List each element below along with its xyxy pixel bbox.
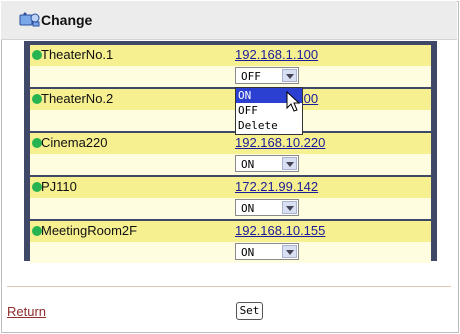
page-title: Change [41,12,93,28]
device-state-row: ON [30,242,431,263]
device-name: TheaterNo.2 [41,91,114,106]
mouse-cursor-icon [286,91,300,112]
device-state-row [30,110,431,131]
state-select[interactable]: ON [235,155,299,172]
chevron-down-icon[interactable] [282,245,297,258]
device-row: PJ110 172.21.99.142 [30,177,431,198]
chevron-down-icon[interactable] [282,201,297,214]
device-row: Cinema220 192.168.10.220 [30,133,431,154]
device-name: TheaterNo.1 [41,47,114,62]
state-select-value: ON [241,158,255,171]
device-ip-link[interactable]: 192.168.1.100 [235,47,318,62]
device-ip-link[interactable]: 192.168.10.155 [235,223,325,238]
device-ip-link[interactable]: 172.21.99.142 [235,179,318,194]
dropdown-option-delete[interactable]: Delete [236,118,302,133]
device-name: PJ110 [41,179,77,194]
state-select-value: OFF [241,70,261,83]
chevron-down-icon[interactable] [282,157,297,170]
footer-divider [7,286,451,287]
device-name: Cinema220 [41,135,108,150]
device-state-row: OFF [30,66,431,87]
device-name: MeetingRoom2F [41,223,138,238]
device-row: TheaterNo.1 192.168.1.100 [30,45,431,66]
device-ip-link[interactable]: 192.168.10.220 [235,135,325,150]
page-header: Change [1,1,457,40]
device-state-row: ON [30,198,431,219]
state-select[interactable]: ON [235,199,299,216]
device-row: MeetingRoom2F 192.168.10.155 [30,221,431,242]
state-select[interactable]: ON [235,243,299,260]
state-select[interactable]: OFF [235,67,299,84]
state-select-value: ON [241,202,255,215]
device-row: TheaterNo.2 192.168.1.200 [30,89,431,110]
state-select-value: ON [241,246,255,259]
device-state-row: ON [30,154,431,175]
chevron-down-icon[interactable] [282,69,297,82]
camera-icon [19,12,40,27]
set-button[interactable]: Set [236,302,263,320]
return-link[interactable]: Return [7,304,46,319]
